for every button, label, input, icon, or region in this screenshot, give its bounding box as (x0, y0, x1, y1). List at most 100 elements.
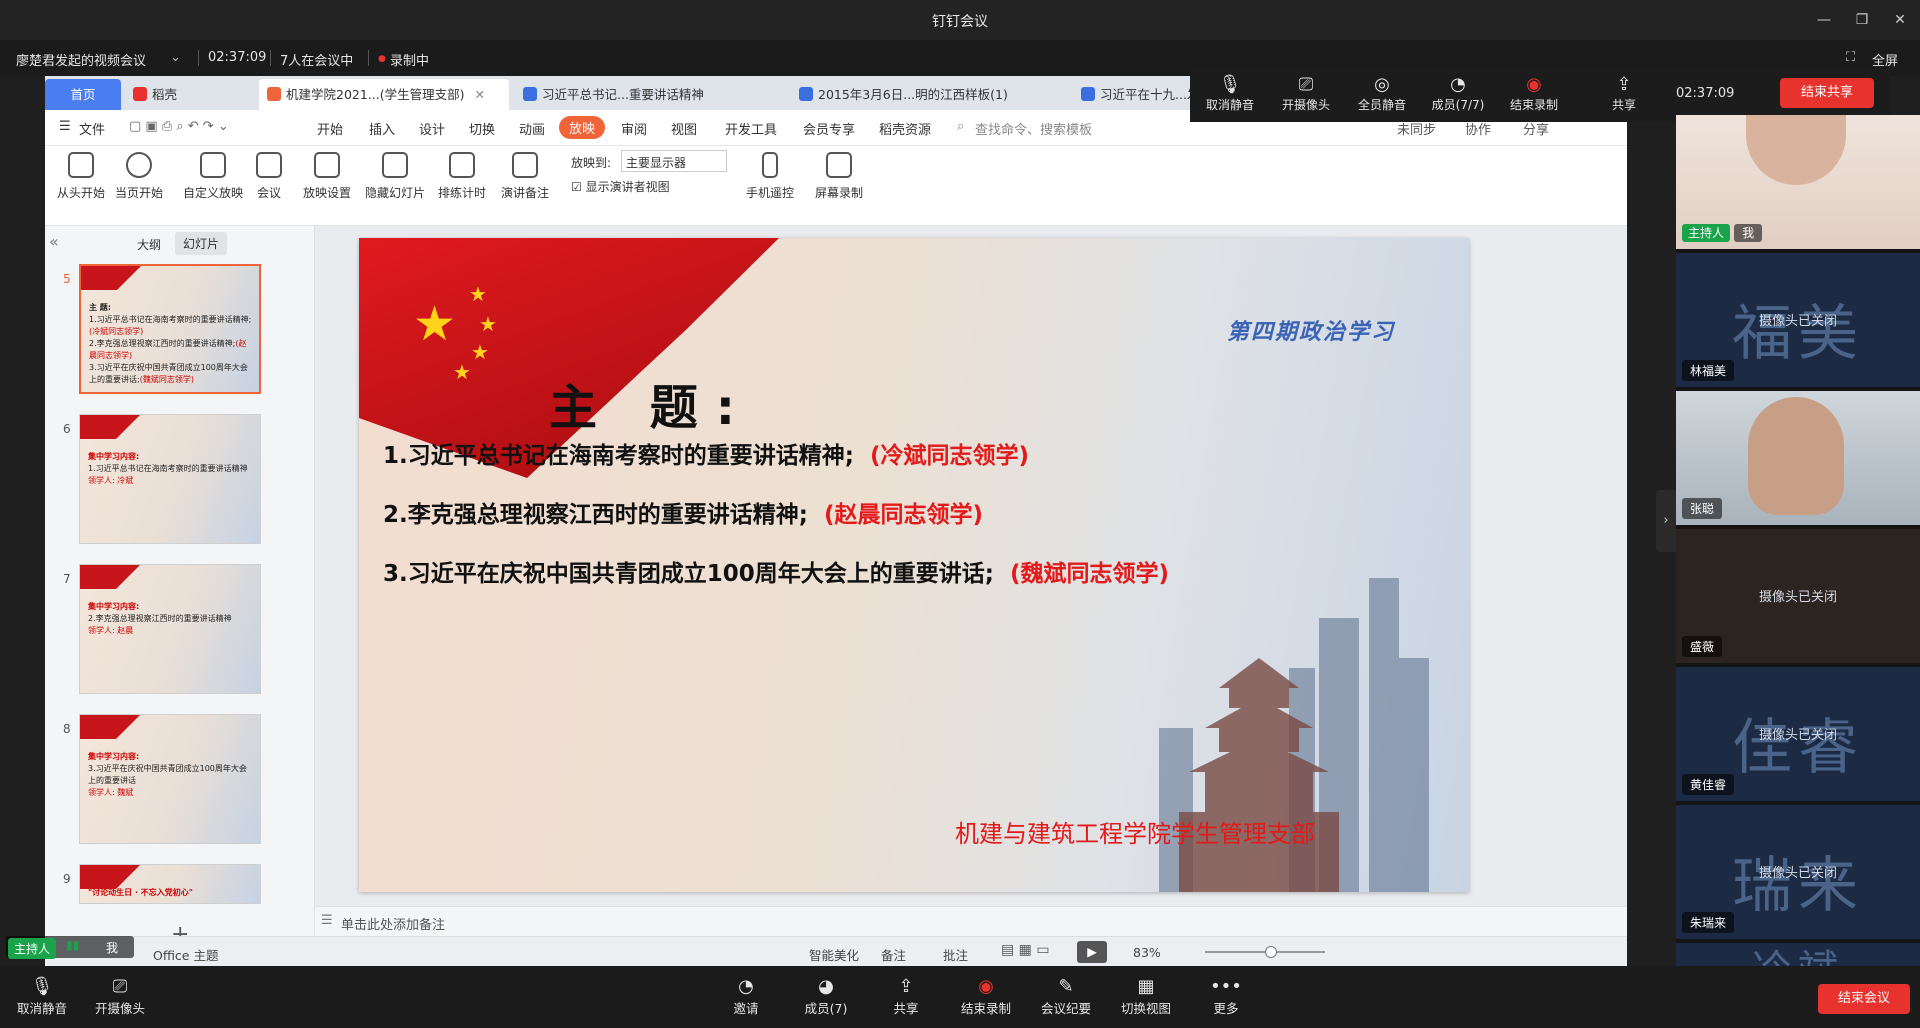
participant-tile[interactable]: 主持人 我 (1676, 115, 1920, 249)
hide-slide-button[interactable]: 隐藏幻灯片 (363, 152, 427, 201)
tab-label: 稻壳 (152, 87, 178, 102)
tab-outline[interactable]: 大纲 (137, 236, 161, 253)
video-feed (1746, 115, 1846, 185)
tab-daoke[interactable]: 稻壳 (125, 79, 255, 110)
unmute-button[interactable]: 🎙 取消静音 (2, 976, 82, 1017)
stop-recording-button[interactable]: ◉ 结束录制 (1494, 74, 1574, 113)
participant-tile[interactable]: 张聪 (1676, 391, 1920, 525)
fullscreen-label[interactable]: 全屏 (1872, 50, 1898, 69)
zoom-level[interactable]: 83% (1133, 945, 1161, 960)
camera-on-button[interactable]: ⎚ 开摄像头 (1266, 74, 1346, 113)
camera-on-button[interactable]: ⎚ 开摄像头 (80, 976, 160, 1017)
tab-doc-1[interactable]: 习近平总书记...重要讲话精神 (515, 79, 787, 110)
button-label: 全员静音 (1357, 98, 1406, 112)
search-icon[interactable]: ⌕ (957, 119, 964, 134)
meeting-button[interactable]: 会议 (249, 152, 289, 201)
thumb-title: 集中学习内容: (88, 452, 140, 461)
menu-daoke-resources[interactable]: 稻壳资源 (879, 119, 931, 138)
chevron-down-icon[interactable]: ⌄ (170, 50, 181, 65)
menu-slideshow[interactable]: 放映 (559, 116, 606, 139)
menu-member[interactable]: 会员专享 (803, 119, 855, 138)
presenter-view-checkbox[interactable]: ☑ 显示演讲者视图 (571, 178, 670, 195)
view-mode-icons[interactable]: ▤ ▦ ▭ (1001, 942, 1050, 958)
menu-insert[interactable]: 插入 (369, 119, 395, 138)
collapse-panel-icon[interactable]: › (1656, 490, 1676, 552)
share-button[interactable]: ⇪ 共享 (866, 976, 946, 1017)
tab-doc-2[interactable]: 2015年3月6日...明的江西样板(1) (791, 79, 1069, 110)
more-button[interactable]: ••• 更多 (1186, 976, 1266, 1017)
menu-start[interactable]: 开始 (317, 119, 343, 138)
tab-label: 习近平总书记...重要讲话精神 (542, 87, 704, 102)
unmute-button[interactable]: 🎙 取消静音 (1190, 74, 1270, 113)
participant-tile[interactable]: 摄像头已关闭 盛薇 (1676, 529, 1920, 663)
comment-toggle[interactable]: 批注 (943, 945, 968, 964)
slide-thumbnail-6[interactable]: 集中学习内容: 1.习近平总书记在海南考察时的重要讲话精神 领学人: 冷斌 (79, 414, 261, 544)
menu-transition[interactable]: 切换 (469, 119, 495, 138)
notes-bar[interactable]: ☰ 单击此处添加备注 (315, 906, 1627, 936)
host-badge: 主持人 (1682, 224, 1731, 242)
meeting-minutes-button[interactable]: ✎ 会议纪要 (1026, 976, 1106, 1017)
play-from-current-button[interactable]: 当页开始 (113, 152, 165, 201)
show-settings-button[interactable]: 放映设置 (297, 152, 357, 201)
end-share-button[interactable]: 结束共享 (1780, 78, 1874, 108)
show-to-select[interactable]: 主要显示器 (621, 150, 727, 172)
slide-thumbnail-5[interactable]: 主 题: 1.习近平总书记在海南考察时的重要讲话精神; (冷斌同志领学) 2.李克… (79, 264, 261, 394)
participant-tile[interactable]: 福美 摄像头已关闭 林福美 (1676, 253, 1920, 387)
menu-dev-tools[interactable]: 开发工具 (725, 119, 777, 138)
rehearse-timing-button[interactable]: 排练计时 (433, 152, 491, 201)
button-label: 切换视图 (1120, 1001, 1171, 1016)
participant-tile[interactable]: 瑞来 摄像头已关闭 朱瑞来 (1676, 805, 1920, 939)
menu-file[interactable]: 文件 (79, 119, 105, 138)
zoom-slider-handle[interactable] (1265, 946, 1277, 958)
window-title: 钉钉会议 (932, 14, 988, 30)
collapse-pane-icon[interactable]: « (49, 232, 59, 251)
slide-thumbnail-7[interactable]: 集中学习内容: 2.李克强总理视察江西时的重要讲话精神 领学人: 赵晨 (79, 564, 261, 694)
speaker-notes-button[interactable]: 演讲备注 (497, 152, 553, 201)
theme-name[interactable]: Office 主题 (153, 945, 218, 964)
presenter-view-label: 显示演讲者视图 (585, 180, 670, 194)
members-button[interactable]: ◔ 成员(7/7) (1418, 74, 1498, 113)
participant-tile[interactable]: 佳睿 摄像头已关闭 黄佳睿 (1676, 667, 1920, 801)
slide-thumbnail-9[interactable]: "讨论动生日 · 不忘入党初心" (79, 864, 261, 904)
notes-placeholder[interactable]: 单击此处添加备注 (341, 914, 445, 933)
minimize-icon[interactable]: — (1812, 8, 1836, 32)
tab-slides[interactable]: 幻灯片 (175, 232, 228, 255)
phone-remote-button[interactable]: 手机遥控 (743, 152, 797, 201)
menu-view[interactable]: 视图 (671, 119, 697, 138)
tab-presentation[interactable]: 机建学院2021...(学生管理支部) ✕ (259, 79, 509, 110)
button-label: 放映设置 (302, 186, 351, 200)
menu-animation[interactable]: 动画 (519, 119, 545, 138)
ppt-icon (267, 87, 281, 101)
fullscreen-icon[interactable]: ⛶ (1846, 50, 1855, 65)
end-meeting-button[interactable]: 结束会议 (1818, 984, 1910, 1014)
menu-review[interactable]: 审阅 (621, 119, 647, 138)
close-tab-icon[interactable]: ✕ (475, 87, 485, 102)
mute-all-button[interactable]: ◎ 全员静音 (1342, 74, 1422, 113)
screen-record-button[interactable]: 屏幕录制 (811, 152, 867, 201)
thumb-line: 1.习近平总书记在海南考察时的重要讲话精神 (88, 464, 248, 473)
people-count[interactable]: 7人在会议中 (280, 50, 353, 69)
play-from-start-button[interactable]: 从头开始 (55, 152, 107, 201)
members-button[interactable]: ◕ 成员(7) (786, 976, 866, 1017)
share-button[interactable]: ⇪ 共享 (1584, 74, 1664, 113)
smart-beautify-button[interactable]: 智能美化 (809, 945, 859, 964)
command-search[interactable]: 查找命令、搜索模板 (975, 119, 1092, 138)
hamburger-icon[interactable]: ☰ (59, 119, 71, 134)
restore-icon[interactable]: ❐ (1850, 8, 1874, 32)
stop-recording-button[interactable]: ◉ 结束录制 (946, 976, 1026, 1017)
close-icon[interactable]: ✕ (1888, 8, 1912, 32)
tab-home[interactable]: 首页 (45, 79, 121, 110)
self-view-label: 主持人 ▮▮ 我 (6, 936, 134, 959)
meeting-name[interactable]: 廖楚君发起的视频会议 (16, 50, 146, 69)
star-icon: ★ (479, 312, 497, 336)
play-icon[interactable]: ▶ (1077, 941, 1107, 963)
invite-button[interactable]: ◔ 邀请 (706, 976, 786, 1017)
quick-toolbar-icons[interactable]: ▢ ▣ ⎙ ⌕ ↶ ↷ ⌄ (129, 119, 229, 134)
slide-thumbnail-8[interactable]: 集中学习内容: 3.习近平在庆祝中国共青团成立100周年大会上的重要讲话 领学人: … (79, 714, 261, 844)
switch-view-button[interactable]: ▦ 切换视图 (1106, 976, 1186, 1017)
custom-show-button[interactable]: 自定义放映 (181, 152, 245, 201)
notes-toggle[interactable]: 备注 (881, 945, 906, 964)
button-label: 取消静音 (16, 1001, 67, 1016)
menu-design[interactable]: 设计 (419, 119, 445, 138)
button-label: 开摄像头 (94, 1001, 145, 1016)
